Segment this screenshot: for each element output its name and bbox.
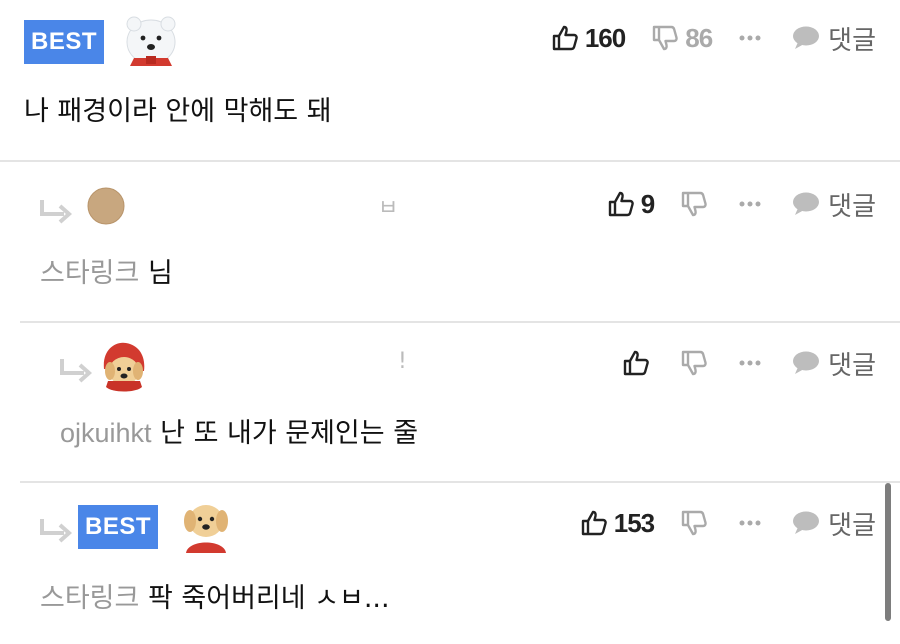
comment-actions: 9 댓글 — [607, 184, 876, 224]
reply-button[interactable]: 댓글 — [792, 345, 876, 382]
scrollbar[interactable] — [885, 483, 891, 621]
reply-button[interactable]: 댓글 — [792, 186, 876, 223]
dislike-count: 86 — [685, 22, 713, 53]
reply-arrow-icon — [40, 519, 72, 543]
speech-bubble-icon — [793, 192, 820, 215]
comment-body: 스타링크 님 — [40, 256, 173, 292]
more-menu-button[interactable] — [738, 200, 762, 208]
comment-text: 나 패경이라 안에 막해도 돼 — [24, 96, 332, 127]
speech-bubble-icon — [793, 26, 820, 49]
reply-arrow-icon — [40, 200, 72, 224]
comment-body: 스타링크 팍 죽어버리네 ㅅㅂ... — [40, 581, 390, 617]
speech-bubble-icon — [793, 511, 820, 534]
puppy-red-hood-icon — [103, 342, 145, 392]
more-dots-icon — [739, 35, 761, 41]
comment-text: 팍 죽어버리네 ㅅㅂ... — [147, 583, 390, 614]
reply-label: 댓글 — [828, 509, 876, 540]
more-dots-icon — [739, 520, 761, 526]
polar-bear-icon — [126, 16, 176, 66]
thumbs-down-icon — [681, 350, 707, 376]
dislike-button[interactable] — [680, 509, 708, 537]
reply-label: 댓글 — [828, 24, 876, 55]
blurred-username: ㅂ — [378, 196, 399, 221]
comment-author[interactable]: 스타링크 — [40, 258, 139, 289]
more-dots-icon — [739, 360, 761, 366]
best-badge: BEST — [78, 505, 158, 549]
like-count: 9 — [640, 188, 656, 219]
like-button[interactable]: 153 — [580, 507, 655, 539]
dislike-button[interactable] — [680, 349, 708, 377]
comment-3: ! 댓글 ojkuihkt 난 또 내가 문제인는 줄 — [0, 323, 900, 481]
thumbs-up-icon — [552, 25, 578, 51]
dislike-button[interactable]: 86 — [651, 22, 713, 54]
thumbs-down-icon — [653, 25, 679, 51]
more-dots-icon — [739, 201, 761, 207]
thumbs-down-icon — [681, 191, 707, 217]
thumbs-up-icon — [623, 350, 649, 376]
thumbs-up-icon — [608, 191, 634, 217]
speech-bubble-icon — [793, 351, 820, 374]
more-menu-button[interactable] — [738, 359, 762, 367]
comment-text: 난 또 내가 문제인는 줄 — [160, 418, 419, 449]
thumbs-down-icon — [681, 510, 707, 536]
comment-text: 님 — [147, 258, 173, 289]
comment-author[interactable]: 스타링크 — [40, 583, 139, 614]
comment-1: BEST 160 86 댓글 나 패경이라 안에 막해도 돼 — [0, 0, 900, 160]
like-button[interactable] — [622, 349, 650, 377]
reply-button[interactable]: 댓글 — [792, 20, 876, 57]
comment-actions: 153 댓글 — [580, 503, 876, 543]
reply-arrow-icon — [60, 359, 92, 383]
like-button[interactable]: 9 — [607, 188, 656, 220]
blurred-username: ! — [398, 349, 407, 374]
comment-actions: 160 86 댓글 — [551, 18, 876, 58]
more-menu-button[interactable] — [738, 519, 762, 527]
comment-2: ㅂ 9 댓글 스타링크 님 — [0, 162, 900, 322]
best-badge: BEST — [24, 20, 104, 64]
comment-4: BEST 153 댓글 스타링크 팍 죽어버리네 ㅅㅂ... — [0, 483, 900, 644]
comment-actions: 댓글 — [622, 343, 876, 383]
plain-avatar-icon — [87, 187, 125, 225]
like-count: 153 — [613, 507, 655, 538]
like-count: 160 — [584, 22, 626, 53]
reply-label: 댓글 — [828, 349, 876, 380]
like-button[interactable]: 160 — [551, 22, 626, 54]
puppy-red-hood-icon — [184, 505, 228, 553]
comment-body: ojkuihkt 난 또 내가 문제인는 줄 — [60, 415, 418, 452]
comment-author[interactable]: ojkuihkt — [60, 418, 152, 448]
more-menu-button[interactable] — [738, 34, 762, 42]
thumbs-up-icon — [581, 510, 607, 536]
dislike-button[interactable] — [680, 190, 708, 218]
reply-label: 댓글 — [828, 190, 876, 221]
reply-button[interactable]: 댓글 — [792, 505, 876, 542]
